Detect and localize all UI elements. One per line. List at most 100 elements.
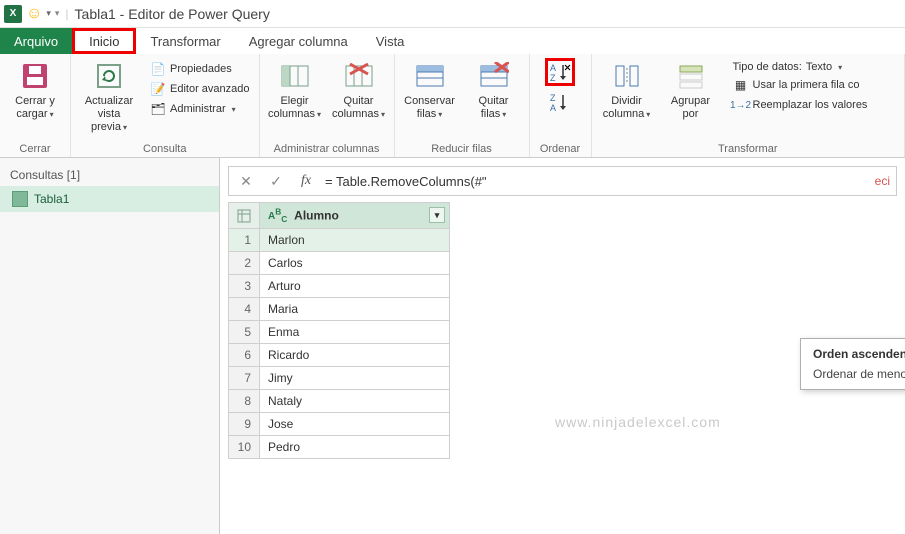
table-row[interactable]: 5Enma <box>229 321 450 344</box>
data-type-button[interactable]: Tipo de datos: Texto ▾ <box>730 60 871 74</box>
dropdown-caret-icon: ▾ <box>838 63 842 72</box>
column-filter-button[interactable]: ▾ <box>429 207 445 223</box>
table-row[interactable]: 3Arturo <box>229 275 450 298</box>
formula-cancel-button[interactable]: ✕ <box>235 173 257 190</box>
cell-alumno[interactable]: Carlos <box>260 252 450 275</box>
dropdown-caret-icon: ▾ <box>232 105 236 114</box>
tooltip-title: Orden ascendente <box>813 347 905 361</box>
formula-text[interactable]: = Table.RemoveColumns(#" <box>325 174 867 189</box>
table-corner-button[interactable] <box>229 203 260 229</box>
tab-add-column[interactable]: Agregar columna <box>235 28 362 54</box>
svg-text:Z: Z <box>550 93 556 103</box>
cell-alumno[interactable]: Jimy <box>260 367 450 390</box>
cell-alumno[interactable]: Nataly <box>260 390 450 413</box>
row-number[interactable]: 9 <box>229 413 260 436</box>
group-by-button[interactable]: Agrupar por <box>662 58 720 123</box>
dropdown-caret-icon: ▾ <box>502 110 506 119</box>
advanced-editor-button[interactable]: 📝Editor avanzado <box>147 80 253 98</box>
table-row[interactable]: 10Pedro <box>229 436 450 459</box>
cell-alumno[interactable]: Ricardo <box>260 344 450 367</box>
split-column-label: Dividir columna <box>603 95 645 120</box>
group-transform-label: Transformar <box>598 141 899 155</box>
row-number[interactable]: 4 <box>229 298 260 321</box>
remove-columns-button[interactable]: Quitar columnas▾ <box>330 58 388 123</box>
query-item-tabla1[interactable]: Tabla1 <box>0 186 219 212</box>
table-row[interactable]: 1Marlon <box>229 229 450 252</box>
properties-label: Propiedades <box>170 63 232 75</box>
sort-asc-highlight: AZ <box>545 58 575 86</box>
cell-alumno[interactable]: Enma <box>260 321 450 344</box>
row-number[interactable]: 1 <box>229 229 260 252</box>
formula-accept-button[interactable]: ✓ <box>265 173 287 190</box>
keep-rows-icon <box>414 60 446 92</box>
row-number[interactable]: 6 <box>229 344 260 367</box>
row-number[interactable]: 7 <box>229 367 260 390</box>
group-by-label: Agrupar por <box>671 95 710 120</box>
properties-button[interactable]: 📄 Propiedades <box>147 60 253 78</box>
table-row[interactable]: 8Nataly <box>229 390 450 413</box>
properties-icon: 📄 <box>150 61 166 77</box>
window-title: Tabla1 - Editor de Power Query <box>75 6 270 22</box>
first-row-label: Usar la primera fila co <box>753 79 860 91</box>
separator: | <box>65 7 68 21</box>
group-query-label: Consulta <box>77 141 253 155</box>
table-row[interactable]: 9Jose <box>229 413 450 436</box>
watermark-text: www.ninjadelexcel.com <box>555 414 721 430</box>
manage-button[interactable]: 🗂Administrar▾ <box>147 100 253 118</box>
sort-ascending-tooltip: Orden ascendente Ordenar de menor a mayo… <box>800 338 905 390</box>
group-close: Cerrar y cargar▾ Cerrar <box>0 54 71 157</box>
dropdown-caret-icon: ▾ <box>123 123 127 132</box>
remove-rows-button[interactable]: Quitar filas▾ <box>465 58 523 123</box>
sort-ascending-button[interactable]: AZ <box>549 62 571 82</box>
group-manage-columns-label: Administrar columnas <box>266 141 388 155</box>
smiley-icon[interactable]: ☺ <box>26 5 42 23</box>
table-row[interactable]: 6Ricardo <box>229 344 450 367</box>
queries-pane-header: Consultas [1] <box>0 164 219 186</box>
cell-alumno[interactable]: Marlon <box>260 229 450 252</box>
group-reduce-rows: Conservar filas▾ Quitar filas▾ Reducir f… <box>395 54 530 157</box>
table-icon <box>12 191 28 207</box>
row-number[interactable]: 10 <box>229 436 260 459</box>
tab-home[interactable]: Inicio <box>72 28 136 54</box>
row-number[interactable]: 5 <box>229 321 260 344</box>
column-header-alumno[interactable]: ABC Alumno ▾ <box>260 203 450 229</box>
group-sort: AZ ZA Ordenar <box>530 54 592 157</box>
tab-transform[interactable]: Transformar <box>136 28 234 54</box>
first-row-header-icon: ▦ <box>733 77 749 93</box>
remove-rows-icon <box>478 60 510 92</box>
row-number[interactable]: 8 <box>229 390 260 413</box>
queries-pane: Consultas [1] Tabla1 <box>0 158 220 534</box>
svg-text:A: A <box>550 63 556 73</box>
close-and-load-button[interactable]: Cerrar y cargar▾ <box>6 58 64 123</box>
formula-bar: ✕ ✓ fx = Table.RemoveColumns(#" eci <box>228 166 897 196</box>
replace-values-button[interactable]: 1→2Reemplazar los valores <box>730 96 871 114</box>
row-number[interactable]: 3 <box>229 275 260 298</box>
use-first-row-button[interactable]: ▦ Usar la primera fila co <box>730 76 871 94</box>
remove-columns-icon <box>343 60 375 92</box>
cell-alumno[interactable]: Arturo <box>260 275 450 298</box>
row-number[interactable]: 2 <box>229 252 260 275</box>
tooltip-description: Ordenar de menor a mayor. <box>813 367 905 381</box>
choose-columns-button[interactable]: Elegir columnas▾ <box>266 58 324 123</box>
keep-rows-button[interactable]: Conservar filas▾ <box>401 58 459 123</box>
cell-alumno[interactable]: Jose <box>260 413 450 436</box>
tab-view[interactable]: Vista <box>362 28 419 54</box>
qat-caret-icon[interactable]: ▾ <box>55 8 60 19</box>
cell-alumno[interactable]: Pedro <box>260 436 450 459</box>
main-pane: ✕ ✓ fx = Table.RemoveColumns(#" eci ABC … <box>220 158 905 534</box>
column-header-label: Alumno <box>294 208 339 222</box>
fx-icon[interactable]: fx <box>295 173 317 189</box>
dropdown-caret-icon: ▾ <box>646 110 650 119</box>
table-row[interactable]: 2Carlos <box>229 252 450 275</box>
group-reduce-rows-label: Reducir filas <box>401 141 523 155</box>
table-row[interactable]: 4Maria <box>229 298 450 321</box>
tab-file[interactable]: Arquivo <box>0 28 72 54</box>
sort-descending-button[interactable]: ZA <box>547 90 573 114</box>
sort-asc-icon: AZ <box>549 62 571 82</box>
refresh-preview-button[interactable]: Actualizar vista previa▾ <box>77 58 141 136</box>
cell-alumno[interactable]: Maria <box>260 298 450 321</box>
split-column-button[interactable]: Dividir columna▾ <box>598 58 656 123</box>
table-row[interactable]: 7Jimy <box>229 367 450 390</box>
advanced-editor-label: Editor avanzado <box>170 83 250 95</box>
qat-dropdown-icon[interactable]: ▾ <box>46 8 51 19</box>
